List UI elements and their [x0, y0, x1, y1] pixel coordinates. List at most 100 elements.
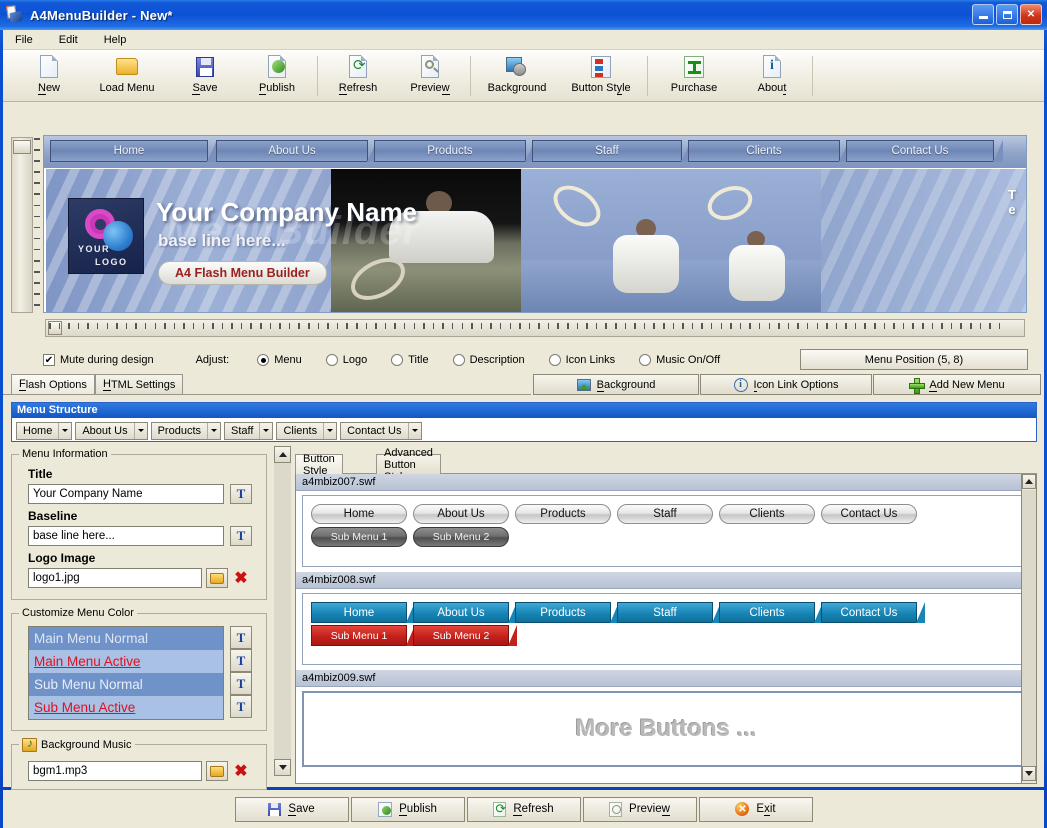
left-panel-scrollbar[interactable] — [274, 446, 291, 776]
radio-adjust-description[interactable]: Description — [452, 354, 525, 366]
radio-adjust-logo[interactable]: Logo — [325, 354, 367, 366]
toolbar-background-button[interactable]: Background — [475, 52, 559, 100]
banner-pill-button[interactable]: A4 Flash Menu Builder — [158, 261, 327, 285]
scrollbar-track[interactable] — [274, 463, 291, 759]
menu-item-file[interactable]: File — [11, 32, 37, 48]
toolbar-preview-button[interactable]: Preview — [394, 52, 466, 100]
color-font-button-2[interactable]: T — [230, 649, 252, 672]
preview008-sub-2[interactable]: Sub Menu 2 — [413, 625, 517, 646]
bottom-save-button[interactable]: Save — [234, 796, 349, 822]
menu-position-button[interactable]: Menu Position (5, 8) — [800, 349, 1028, 370]
toolbar-new-button[interactable]: New — [13, 52, 85, 100]
radio-adjust-icon-links[interactable]: Icon Links — [548, 354, 615, 366]
toolbar-refresh-button[interactable]: ⟳ Refresh — [322, 52, 394, 100]
preview-nav-about-us[interactable]: About Us — [216, 140, 377, 162]
preview007-contact-us[interactable]: Contact Us — [821, 504, 917, 524]
close-button[interactable]: ✕ — [1020, 4, 1042, 25]
color-row-main-menu-normal[interactable]: Main Menu Normal — [29, 627, 223, 650]
preview008-staff[interactable]: Staff — [617, 602, 721, 623]
menu-structure-item-contact-us[interactable]: Contact Us — [340, 421, 422, 440]
toolbar-about-button[interactable]: i About — [736, 52, 808, 100]
background-music-input[interactable]: bgm1.mp3 — [28, 761, 202, 781]
scroll-up-button[interactable] — [1022, 474, 1036, 489]
menu-item-help[interactable]: Help — [100, 32, 131, 48]
chevron-down-icon[interactable] — [133, 422, 147, 439]
toolbar-publish-button[interactable]: Publish — [241, 52, 313, 100]
color-font-button-3[interactable]: T — [230, 672, 252, 695]
preview008-sub-1[interactable]: Sub Menu 1 — [311, 625, 415, 646]
bottom-exit-button[interactable]: ✕ Exit — [698, 796, 813, 822]
radio-adjust-menu[interactable]: Menu — [257, 354, 302, 366]
preview-nav-clients[interactable]: Clients — [688, 140, 849, 162]
preview007-home[interactable]: Home — [311, 504, 407, 524]
radio-adjust-music-on-off[interactable]: Music On/Off — [639, 354, 720, 366]
toolbar-save-button[interactable]: Save — [169, 52, 241, 100]
action-add-new-menu-button[interactable]: Add New Menu — [873, 374, 1041, 395]
color-row-sub-menu-normal[interactable]: Sub Menu Normal — [29, 673, 223, 696]
preview007-clients[interactable]: Clients — [719, 504, 815, 524]
chevron-down-icon[interactable] — [207, 422, 220, 439]
logo-browse-button[interactable] — [206, 568, 228, 588]
title-font-button[interactable]: T — [230, 484, 252, 504]
bottom-preview-button[interactable]: Preview — [582, 796, 697, 822]
vertical-ruler-scrollbar[interactable] — [11, 137, 33, 313]
menu-item-edit[interactable]: Edit — [55, 32, 82, 48]
tab-button-style[interactable]: Button Style — [295, 453, 343, 477]
maximize-button[interactable] — [996, 4, 1018, 25]
toolbar-purchase-button[interactable]: Purchase — [652, 52, 736, 100]
title-input[interactable]: Your Company Name — [28, 484, 224, 504]
menu-structure-item-clients[interactable]: Clients — [276, 421, 338, 440]
logo-clear-button[interactable]: ✖ — [230, 568, 252, 588]
chevron-down-icon[interactable] — [259, 422, 272, 439]
preview-nav-staff[interactable]: Staff — [532, 140, 691, 162]
chevron-down-icon[interactable] — [58, 422, 71, 439]
color-font-button-1[interactable]: T — [230, 626, 252, 649]
color-row-sub-menu-active[interactable]: Sub Menu Active — [29, 696, 223, 719]
radio-adjust-title[interactable]: Title — [391, 354, 429, 366]
background-music-browse-button[interactable] — [206, 761, 228, 781]
toolbar-load-menu-button[interactable]: Load Menu — [85, 52, 169, 100]
flash-preview-stage[interactable]: Home About Us Products Staff Clients Con… — [43, 135, 1027, 313]
scroll-down-button[interactable] — [1022, 766, 1036, 781]
menu-structure-item-staff[interactable]: Staff — [224, 421, 274, 440]
preview008-about-us[interactable]: About Us — [413, 602, 517, 623]
minimize-button[interactable] — [972, 4, 994, 25]
chevron-down-icon[interactable] — [323, 422, 336, 439]
swf-preview-007[interactable]: Home About Us Products Staff Clients Con… — [302, 495, 1030, 567]
scroll-down-button[interactable] — [274, 759, 291, 776]
preview008-home[interactable]: Home — [311, 602, 415, 623]
action-icon-link-options-button[interactable]: i Icon Link Options — [700, 374, 872, 395]
scroll-up-button[interactable] — [274, 446, 291, 463]
menu-structure-item-about-us[interactable]: About Us — [75, 421, 148, 440]
tab-flash-options[interactable]: Flash Options — [11, 374, 95, 394]
chevron-down-icon[interactable] — [407, 422, 421, 439]
color-font-button-4[interactable]: T — [230, 695, 252, 718]
preview007-products[interactable]: Products — [515, 504, 611, 524]
tab-advanced-button-style[interactable]: Advanced Button Style — [376, 447, 441, 483]
background-music-clear-button[interactable]: ✖ — [230, 761, 252, 781]
preview-nav-home[interactable]: Home — [50, 140, 217, 162]
swf-preview-008[interactable]: Home About Us Products Staff Clients Con… — [302, 593, 1030, 665]
preview008-clients[interactable]: Clients — [719, 602, 823, 623]
baseline-font-button[interactable]: T — [230, 526, 252, 546]
scrollbar-track[interactable] — [1022, 490, 1036, 766]
button-style-scrollbar[interactable] — [1021, 474, 1037, 784]
action-background-button[interactable]: Background — [533, 374, 699, 395]
preview007-staff[interactable]: Staff — [617, 504, 713, 524]
preview008-contact-us[interactable]: Contact Us — [821, 602, 925, 623]
preview-nav-products[interactable]: Products — [374, 140, 535, 162]
swf-preview-009[interactable]: More Buttons ... — [302, 691, 1030, 767]
logo-image-input[interactable]: logo1.jpg — [28, 568, 202, 588]
baseline-input[interactable]: base line here... — [28, 526, 224, 546]
vertical-ruler-thumb[interactable] — [13, 140, 31, 154]
mute-during-design-checkbox[interactable]: ✔ Mute during design — [43, 354, 154, 366]
tab-html-settings[interactable]: H TML Settings — [95, 374, 184, 394]
preview008-products[interactable]: Products — [515, 602, 619, 623]
preview-nav-contact-us[interactable]: Contact Us — [846, 140, 1003, 162]
menu-structure-item-home[interactable]: Home — [16, 421, 73, 440]
color-row-main-menu-active[interactable]: Main Menu Active — [29, 650, 223, 673]
toolbar-button-style-button[interactable]: Button Style — [559, 52, 643, 100]
bottom-publish-button[interactable]: Publish — [350, 796, 465, 822]
bottom-refresh-button[interactable]: Refresh — [466, 796, 581, 822]
preview007-sub-2[interactable]: Sub Menu 2 — [413, 527, 509, 547]
